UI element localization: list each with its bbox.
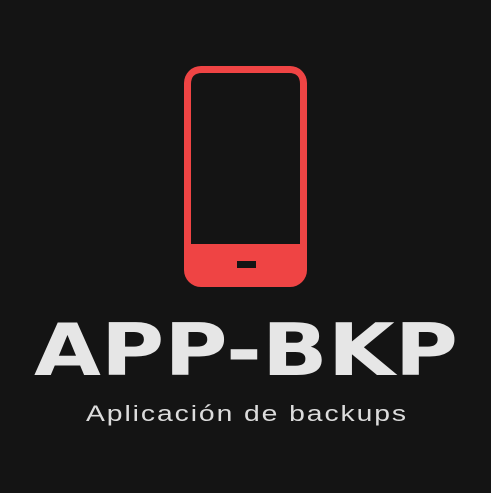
phone-home-button xyxy=(237,261,256,268)
logo-canvas: APP-BKP Aplicación de backups xyxy=(0,0,491,493)
phone-screen xyxy=(191,73,300,244)
smartphone-icon xyxy=(184,66,307,287)
logo-subtitle: Aplicación de backups xyxy=(86,401,408,426)
logo-title: APP-BKP xyxy=(34,308,458,392)
